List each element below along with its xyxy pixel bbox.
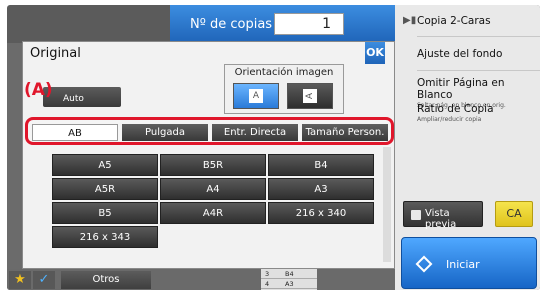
option-label: Omitir Página en Blanco (417, 77, 505, 101)
paper-tray-list[interactable]: 3 B4 4 A3 (261, 269, 317, 290)
tray-number: 3 (265, 270, 270, 278)
size-button[interactable]: A5 (52, 154, 158, 176)
size-button[interactable]: 216 x 340 (268, 202, 374, 224)
orientation-label: Orientación imagen (234, 67, 334, 78)
size-button[interactable]: A4 (160, 178, 266, 200)
check-icon[interactable]: ✓ (33, 271, 55, 289)
dialog-title: Original (30, 46, 81, 61)
bottom-bar: ★ ✓ Otros 3 B4 4 A3 (7, 269, 395, 290)
original-dialog: Original OK Auto (A) Orientación imagen … (22, 41, 395, 269)
orientation-group: Orientación imagen A A (224, 64, 344, 114)
tab-entr-directa[interactable]: Entr. Directa (212, 124, 298, 141)
size-tabs-highlight: AB Pulgada Entr. Directa Tamaño Person. (25, 117, 394, 145)
size-button[interactable]: B5 (52, 202, 158, 224)
orientation-icon: A (303, 89, 317, 103)
tab-tamano-person[interactable]: Tamaño Person. (302, 124, 388, 141)
size-button[interactable]: A3 (268, 178, 374, 200)
copies-bar: Nº de copias 1 (170, 5, 396, 43)
preview-label: Vista previa (425, 208, 457, 230)
orientation-icon: A (249, 89, 263, 103)
option-label: Copia 2-Caras (417, 15, 491, 27)
size-button[interactable]: 216 x 343 (52, 226, 158, 248)
option-sublabel: Ampliar/reducir copia (417, 116, 482, 123)
right-panel: ▶▮ Copia 2-Caras Ajuste del fondo Omitir… (395, 5, 540, 290)
tray-size: B4 (285, 270, 294, 278)
star-icon[interactable]: ★ (9, 271, 31, 289)
others-button[interactable]: Otros (61, 271, 151, 289)
option-label: Ajuste del fondo (417, 48, 503, 60)
tab-pulgada[interactable]: Pulgada (122, 124, 208, 141)
size-button[interactable]: B5R (160, 154, 266, 176)
option-copy-ratio[interactable]: Ratio de Copia Ampliar/reducir copia (417, 101, 540, 127)
callout-label: (A) (24, 80, 53, 100)
option-skip-blank-page[interactable]: Omitir Página en Blanco Saltar pág. en b… (417, 71, 540, 109)
size-button[interactable]: A4R (160, 202, 266, 224)
orientation-landscape-button[interactable]: A (287, 83, 333, 109)
auto-button[interactable]: Auto (43, 87, 121, 107)
size-button[interactable]: A5R (52, 178, 158, 200)
option-duplex-copy[interactable]: Copia 2-Caras (417, 5, 540, 37)
option-label: Ratio de Copia (417, 103, 494, 115)
copies-input[interactable]: 1 (274, 13, 344, 35)
clear-all-button[interactable]: CA (495, 201, 533, 227)
scrollbar[interactable] (383, 147, 391, 262)
preview-button[interactable]: Vista previa (403, 201, 483, 230)
option-background-adjust[interactable]: Ajuste del fondo (417, 37, 540, 71)
expand-arrow-icon[interactable]: ▶▮ (403, 15, 416, 26)
start-button[interactable]: Iniciar (401, 237, 537, 289)
preview-icon (411, 210, 421, 220)
tab-ab[interactable]: AB (32, 124, 118, 141)
ok-button[interactable]: OK (365, 42, 385, 64)
tray-number: 4 (265, 280, 270, 288)
size-button[interactable]: B4 (268, 154, 374, 176)
start-label: Iniciar (446, 258, 480, 271)
device-screen: Nº de copias 1 ▶▮ Copia 2-Caras Ajuste d… (7, 5, 540, 290)
orientation-portrait-button[interactable]: A (233, 83, 279, 109)
copies-label: Nº de copias (190, 17, 273, 32)
tray-row: 4 A3 (261, 279, 317, 289)
tray-row: 3 B4 (261, 269, 317, 279)
start-icon (415, 255, 433, 273)
tray-size: A3 (285, 280, 294, 288)
